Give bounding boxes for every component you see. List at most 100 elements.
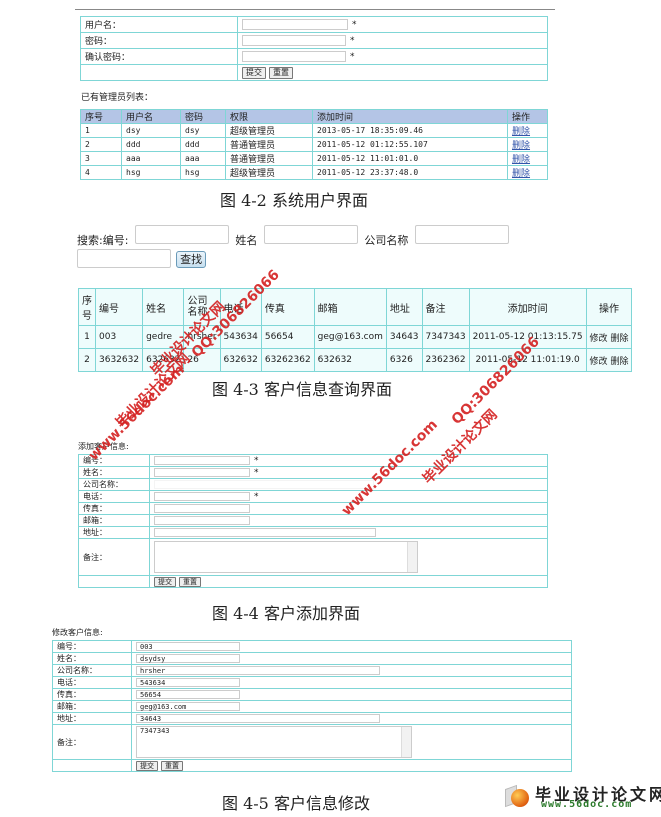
figure-caption: 图 4-5 客户信息修改 [222,794,370,813]
customer-edit-form: 编号： 003 姓名： dsydsy 公司名称： hrsher 电话： 543634 传… [52,640,572,772]
required-mark: * [254,467,259,478]
phone-input[interactable] [154,491,250,501]
col-header: 备注 [421,288,470,326]
form-row: 电话： * [78,490,548,503]
admin-list-table: 序号 用户名 密码 权限 添加时间 操作 1 dsy dsy 超级管理员 201… [80,109,548,180]
cell-username: ddd [121,137,181,152]
field-label: 备注： [52,724,132,760]
submit-button[interactable]: 提交 [242,66,266,79]
required-mark: * [350,52,355,62]
figure-caption: 图 4-2 系统用户界面 [220,191,368,210]
reset-button[interactable]: 重置 [179,576,201,587]
note-textarea[interactable]: 7347343 [136,726,412,758]
customer-add-form: 编号： * 姓名： * 公司名称： 电话： * 传真： 邮箱： 地址： 备注： 提交重… [78,454,548,588]
edit-link[interactable]: 修改 [590,357,608,367]
form-row-actions: 提交 重置 [52,759,572,772]
cell-role: 超级管理员 [225,123,313,138]
name-input[interactable]: dsydsy [136,654,240,663]
field-label: 传真： [52,688,132,701]
form-row: 编号： * [78,454,548,467]
cell-time: 2013-05-17 18:35:09.46 [312,123,508,138]
col-header: 用户名 [121,109,181,124]
search-button[interactable]: 查找 [176,251,207,268]
form-row: 备注： 7347343 [52,724,572,760]
delete-link[interactable]: 删除 [512,127,530,137]
scrollbar[interactable] [401,727,411,757]
required-mark: * [352,20,357,30]
cell-role: 普通管理员 [225,137,313,152]
note-textarea[interactable] [154,541,418,573]
fax-input[interactable]: 56654 [136,690,240,699]
scrollbar[interactable] [407,542,417,572]
cell-role: 普通管理员 [225,151,313,166]
delete-link[interactable]: 删除 [512,155,530,165]
cell-note: 2362362 [421,348,470,372]
address-input[interactable] [154,528,376,537]
cell-fax: 63262362 [260,348,315,372]
submit-button[interactable]: 提交 [136,760,158,771]
cell-no: 1 [78,325,96,349]
search-name-input[interactable] [263,225,358,244]
delete-link[interactable]: 删除 [610,334,628,344]
cell-role: 超级管理员 [225,165,313,180]
cell-address: 6326 [385,348,423,372]
address-input[interactable]: 34643 [136,714,380,723]
col-header: 地址 [385,288,423,326]
name-input[interactable] [154,467,250,477]
company-input[interactable] [154,480,374,489]
password-input[interactable] [242,35,346,46]
table-row: 1 dsy dsy 超级管理员 2013-05-17 18:35:09.46 删… [80,123,548,138]
field-label: 确认密码： [80,48,238,65]
table-row: 4 hsg hsg 超级管理员 2011-05-12 23:37:48.0 删除 [80,165,548,180]
field-label: 公司名称： [78,478,150,491]
search-phone-input[interactable] [77,249,171,268]
cell-phone: 632632 [219,348,262,372]
username-input[interactable] [242,19,348,30]
cell-password: ddd [180,137,226,152]
delete-link[interactable]: 删除 [610,357,628,367]
fax-input[interactable] [154,504,250,513]
cell-username: dsy [121,123,181,138]
globe-icon [511,789,529,807]
col-header: 邮箱 [313,288,387,326]
edit-link[interactable]: 修改 [590,334,608,344]
phone-input[interactable]: 543634 [136,678,240,687]
figure-caption: 图 4-3 客户信息查询界面 [212,380,392,399]
form-row-actions: 提交 重置 [78,575,548,588]
form-row: 电话： 543634 [52,676,572,689]
cell-password: hsg [180,165,226,180]
note-value: 7347343 [140,727,170,735]
cell-no: 4 [80,165,122,180]
email-input[interactable]: geg@163.com [136,702,240,711]
form-row-username: 用户名： * [80,16,548,33]
confirm-password-input[interactable] [242,51,346,62]
field-label: 邮箱： [52,700,132,713]
field-label: 电话： [52,676,132,689]
search-company-input[interactable] [414,225,509,244]
email-input[interactable] [154,516,250,525]
col-header: 添加时间 [312,109,508,124]
table-row: 2 ddd ddd 普通管理员 2011-05-12 01:12:55.107 … [80,137,548,152]
delete-link[interactable]: 删除 [512,141,530,151]
cell-no: 3 [80,151,122,166]
form-row: 邮箱： [78,514,548,527]
field-label: 编号： [52,640,132,653]
cell-address: 34643 [385,325,423,349]
col-header: 操作 [507,109,548,124]
reset-button[interactable]: 重置 [269,66,293,79]
delete-link[interactable]: 删除 [512,169,530,179]
field-label: 地址： [78,526,150,539]
code-input[interactable] [154,455,250,465]
submit-button[interactable]: 提交 [154,576,176,587]
field-label: 密码： [80,32,238,49]
code-input[interactable]: 003 [136,642,240,651]
table-row: 1 003 gedre hrsher 543634 56654 geg@163.… [78,325,633,349]
reset-button[interactable]: 重置 [161,760,183,771]
company-input[interactable]: hrsher [136,666,380,675]
cell-username: hsg [121,165,181,180]
cell-time: 2011-05-12 11:01:01.0 [312,151,508,166]
form-row: 邮箱： geg@163.com [52,700,572,713]
field-label: 电话： [78,490,150,503]
search-code-input[interactable] [134,225,229,244]
col-header: 编号 [94,288,144,326]
